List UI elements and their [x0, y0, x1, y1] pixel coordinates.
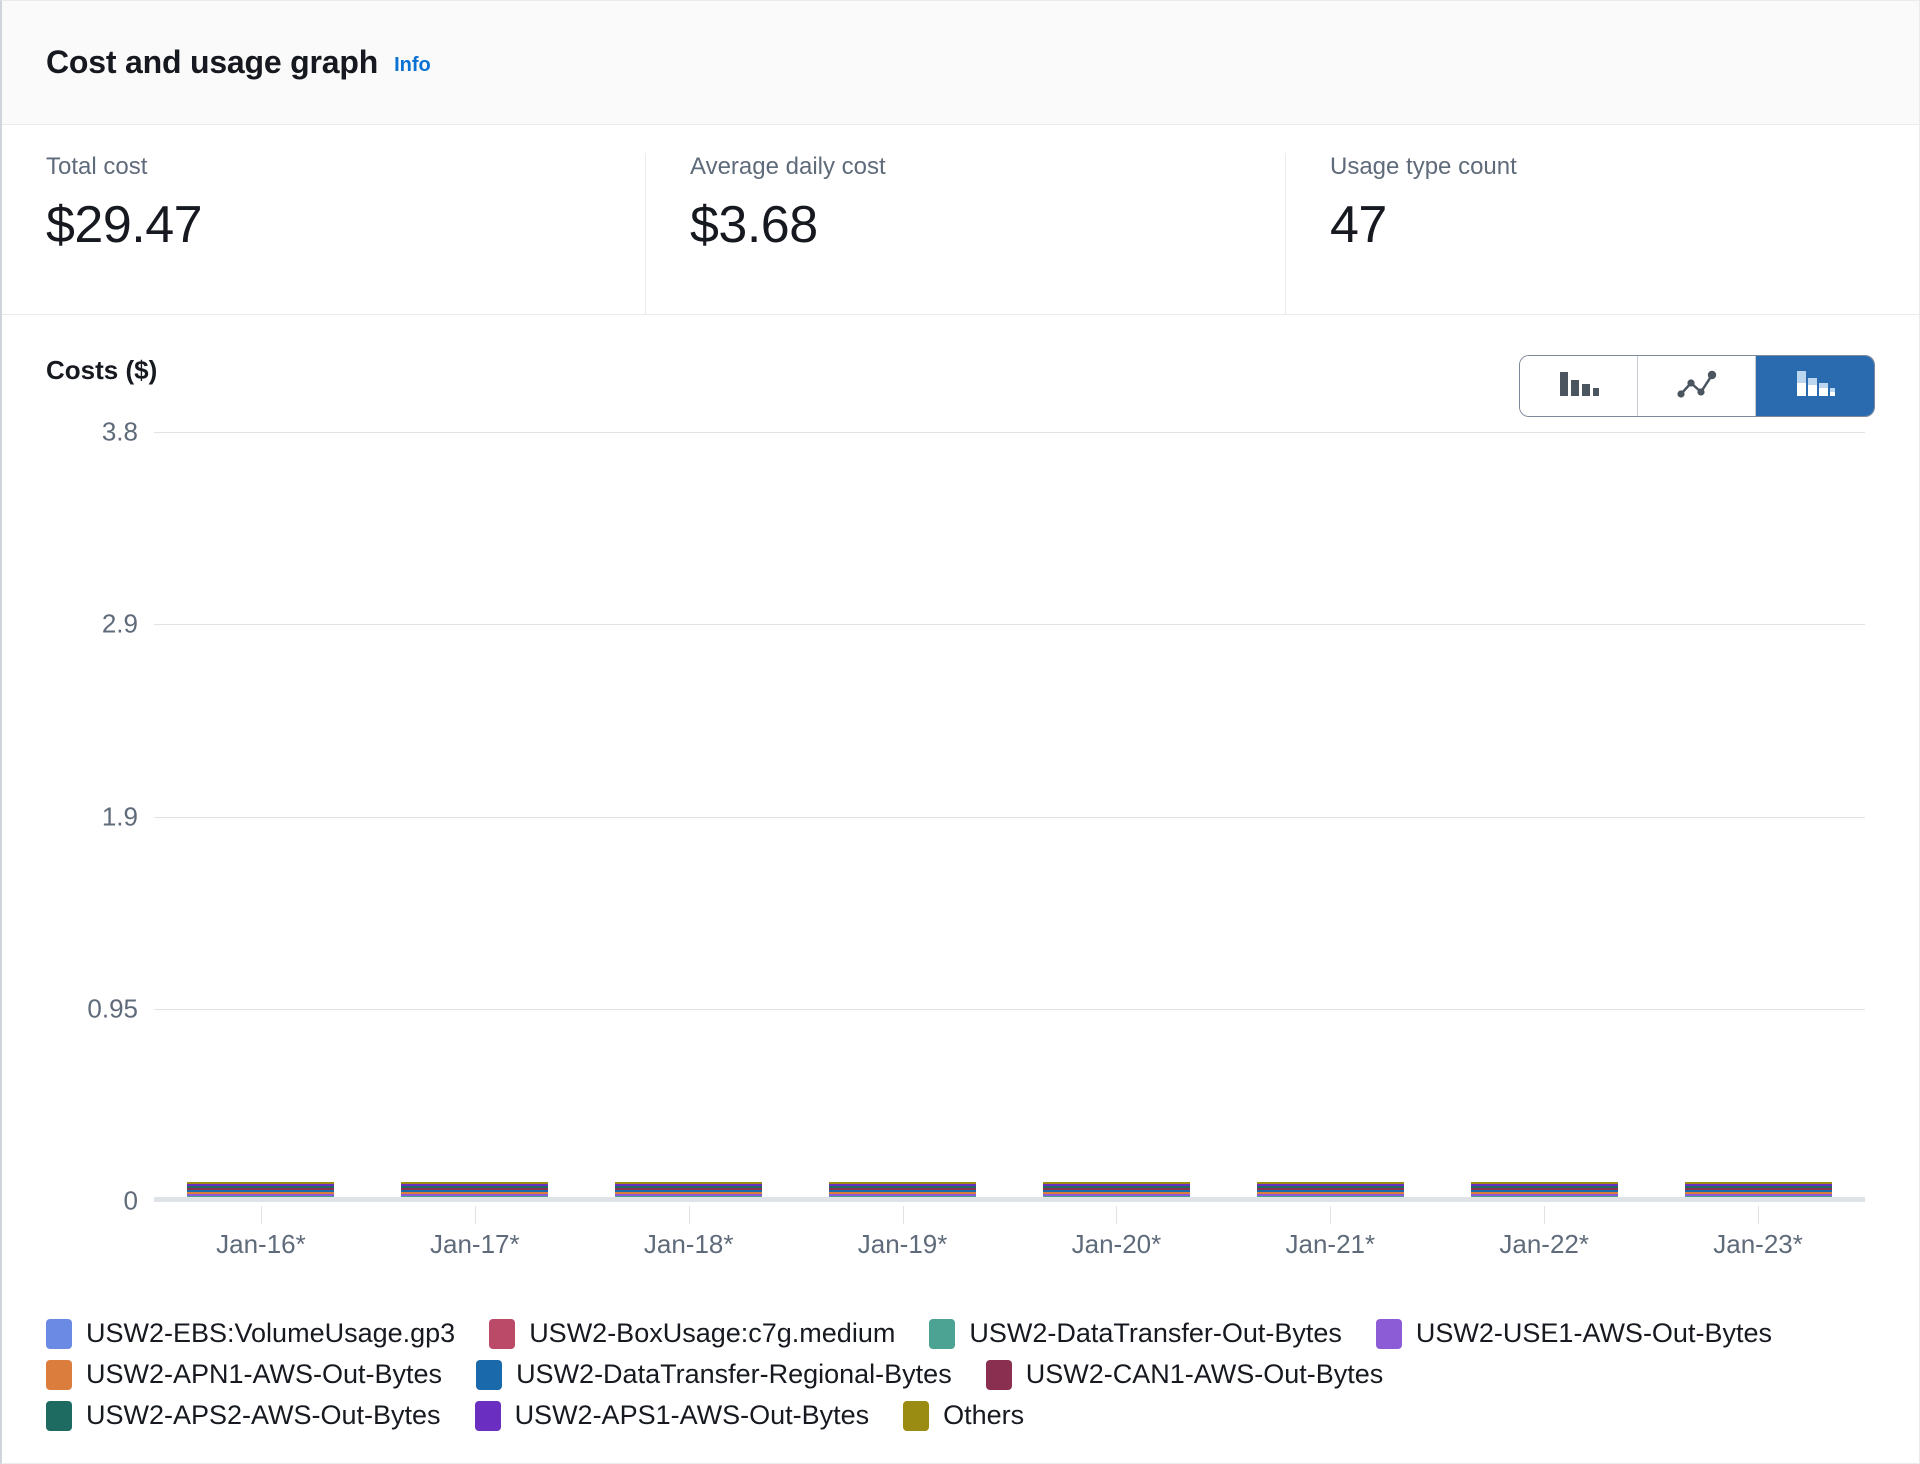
x-axis-tick-label: Jan-17*	[368, 1229, 582, 1260]
legend-color-swatch	[476, 1360, 502, 1390]
y-axis-tick-label: 0	[124, 1186, 138, 1217]
x-axis-tick-label: Jan-16*	[154, 1229, 368, 1260]
legend-color-swatch	[46, 1319, 72, 1349]
legend-item[interactable]: USW2-APS2-AWS-Out-Bytes	[46, 1400, 441, 1431]
bar-slot	[1010, 433, 1224, 1202]
bar-series-group	[154, 433, 1865, 1202]
legend-label: USW2-CAN1-AWS-Out-Bytes	[1026, 1359, 1384, 1390]
bar-slot	[368, 433, 582, 1202]
stat-label: Average daily cost	[690, 153, 1241, 181]
stacked-bar-chart-button[interactable]	[1756, 356, 1874, 416]
x-axis-tick	[475, 1206, 476, 1224]
bar-slot	[1651, 433, 1865, 1202]
cost-and-usage-graph-panel: Cost and usage graph Info Total cost $29…	[0, 0, 1920, 1464]
stat-value: $3.68	[690, 195, 1241, 255]
bar-chart-button[interactable]	[1520, 356, 1638, 416]
x-axis-tick	[903, 1206, 904, 1224]
legend-label: USW2-DataTransfer-Out-Bytes	[969, 1318, 1342, 1349]
stat-label: Total cost	[46, 153, 601, 181]
x-axis-labels: Jan-16*Jan-17*Jan-18*Jan-19*Jan-20*Jan-2…	[154, 1229, 1865, 1260]
bar-slot	[1437, 433, 1651, 1202]
x-axis-tick	[1758, 1206, 1759, 1224]
legend-label: USW2-APS1-AWS-Out-Bytes	[515, 1400, 870, 1431]
legend-row: USW2-APS2-AWS-Out-Bytes USW2-APS1-AWS-Out…	[46, 1400, 1875, 1431]
legend-item[interactable]: USW2-APN1-AWS-Out-Bytes	[46, 1359, 442, 1390]
legend-color-swatch	[475, 1401, 501, 1431]
x-axis-baseline	[154, 1197, 1865, 1202]
stat-usage-type-count: Usage type count 47	[1286, 153, 1919, 314]
bar-chart-icon	[1557, 366, 1601, 407]
legend-color-swatch	[1376, 1319, 1402, 1349]
chart-toolbar-row: Costs ($)	[46, 355, 1875, 415]
stat-average-daily-cost: Average daily cost $3.68	[646, 153, 1286, 314]
plot-area: 00.951.92.93.8 Jan-16*Jan-17*Jan-18*Jan-…	[46, 423, 1875, 1318]
x-axis-tick-label: Jan-18*	[582, 1229, 796, 1260]
y-axis-title: Costs ($)	[46, 355, 157, 386]
chart-container: Costs ($)	[2, 315, 1919, 1318]
y-axis-tick-label: 0.95	[87, 993, 138, 1024]
legend-item[interactable]: USW2-CAN1-AWS-Out-Bytes	[986, 1359, 1384, 1390]
stat-label: Usage type count	[1330, 153, 1875, 181]
legend-item[interactable]: Others	[903, 1400, 1024, 1431]
legend-color-swatch	[929, 1319, 955, 1349]
chart-legend: USW2-EBS:VolumeUsage.gp3 USW2-BoxUsage:c7…	[2, 1318, 1919, 1463]
stacked-bar-chart-icon	[1793, 366, 1837, 407]
y-axis-tick-label: 1.9	[102, 801, 138, 832]
x-axis-tick	[261, 1206, 262, 1224]
legend-item[interactable]: USW2-DataTransfer-Regional-Bytes	[476, 1359, 952, 1390]
x-axis-tick	[689, 1206, 690, 1224]
x-axis-tick-label: Jan-23*	[1651, 1229, 1865, 1260]
stat-value: $29.47	[46, 195, 601, 255]
legend-item[interactable]: USW2-BoxUsage:c7g.medium	[489, 1318, 895, 1349]
summary-stats: Total cost $29.47 Average daily cost $3.…	[2, 125, 1919, 315]
legend-label: USW2-EBS:VolumeUsage.gp3	[86, 1318, 455, 1349]
x-axis-tick-label: Jan-20*	[1010, 1229, 1224, 1260]
legend-color-swatch	[986, 1360, 1012, 1390]
page-title: Cost and usage graph	[46, 44, 378, 81]
chart-type-toggle-group[interactable]	[1519, 355, 1875, 417]
legend-color-swatch	[489, 1319, 515, 1349]
legend-label: USW2-BoxUsage:c7g.medium	[529, 1318, 895, 1349]
legend-item[interactable]: USW2-USE1-AWS-Out-Bytes	[1376, 1318, 1772, 1349]
y-axis-tick-label: 3.8	[102, 417, 138, 448]
bar-slot	[582, 433, 796, 1202]
legend-row: USW2-EBS:VolumeUsage.gp3 USW2-BoxUsage:c7…	[46, 1318, 1875, 1349]
legend-color-swatch	[46, 1360, 72, 1390]
legend-label: Others	[943, 1400, 1024, 1431]
legend-row: USW2-APN1-AWS-Out-Bytes USW2-DataTransfer…	[46, 1359, 1875, 1390]
stat-value: 47	[1330, 195, 1875, 255]
bar-slot	[796, 433, 1010, 1202]
legend-label: USW2-APN1-AWS-Out-Bytes	[86, 1359, 442, 1390]
stat-total-cost: Total cost $29.47	[2, 153, 646, 314]
x-axis-tick	[1330, 1206, 1331, 1224]
line-chart-icon	[1675, 366, 1719, 407]
x-axis-tick	[1116, 1206, 1117, 1224]
bar-slot	[154, 433, 368, 1202]
y-axis-tick-label: 2.9	[102, 609, 138, 640]
line-chart-button[interactable]	[1638, 356, 1756, 416]
legend-color-swatch	[46, 1401, 72, 1431]
plot-inner: 00.951.92.93.8	[154, 433, 1865, 1202]
legend-label: USW2-USE1-AWS-Out-Bytes	[1416, 1318, 1772, 1349]
x-axis-tick-label: Jan-21*	[1223, 1229, 1437, 1260]
legend-label: USW2-DataTransfer-Regional-Bytes	[516, 1359, 952, 1390]
x-axis-tick-label: Jan-19*	[796, 1229, 1010, 1260]
legend-item[interactable]: USW2-DataTransfer-Out-Bytes	[929, 1318, 1342, 1349]
info-link[interactable]: Info	[394, 54, 431, 77]
legend-color-swatch	[903, 1401, 929, 1431]
x-axis-tick-label: Jan-22*	[1437, 1229, 1651, 1260]
legend-label: USW2-APS2-AWS-Out-Bytes	[86, 1400, 441, 1431]
legend-item[interactable]: USW2-EBS:VolumeUsage.gp3	[46, 1318, 455, 1349]
legend-item[interactable]: USW2-APS1-AWS-Out-Bytes	[475, 1400, 870, 1431]
panel-header: Cost and usage graph Info	[2, 1, 1919, 125]
x-axis-tick	[1544, 1206, 1545, 1224]
bar-slot	[1223, 433, 1437, 1202]
